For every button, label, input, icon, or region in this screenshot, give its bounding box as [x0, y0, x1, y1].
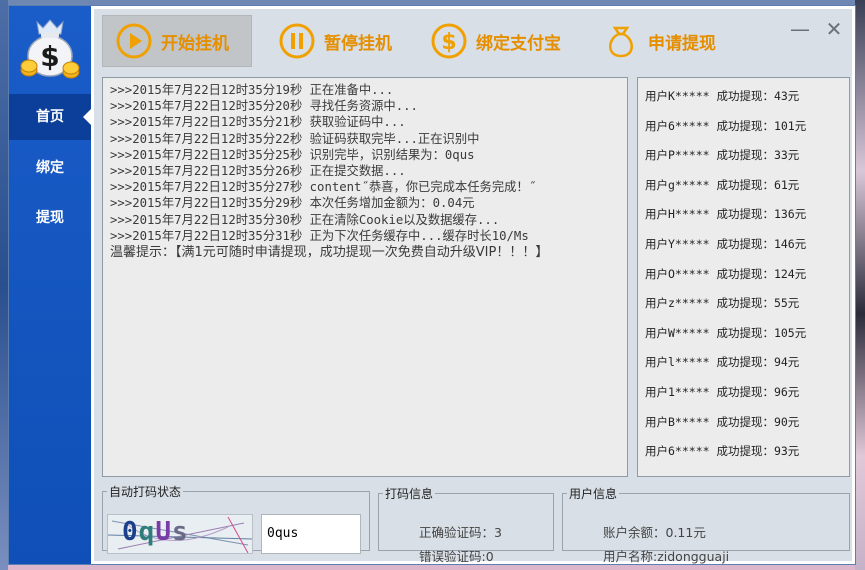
log-line: >>>2015年7月22日12时35分25秒 识别完毕，识别结果为：0qus: [110, 147, 475, 162]
captcha-char: U: [155, 517, 172, 547]
sidebar-item-withdraw[interactable]: 提现: [9, 195, 91, 241]
start-hangup-label: 开始挂机: [161, 33, 229, 54]
log-line: >>>2015年7月22日12时35分26秒 正在提交数据...: [110, 164, 406, 179]
withdrawal-row: 用户6***** 成功提现：93元: [645, 444, 800, 459]
close-icon: ✕: [825, 17, 843, 41]
withdrawal-row: 用户H***** 成功提现：136元: [645, 207, 807, 222]
username: 用户名称:zidongguaji: [603, 549, 730, 564]
withdrawal-row: 用户W***** 成功提现：105元: [645, 325, 807, 340]
withdrawal-row: 用户Y***** 成功提现：146元: [645, 236, 807, 251]
captcha-image-text: 0qUs: [122, 517, 189, 547]
apply-withdraw-label: 申请提现: [648, 33, 716, 54]
withdrawal-row: 用户1***** 成功提现：96元: [645, 384, 800, 399]
captcha-info-legend: 打码信息: [385, 487, 434, 501]
user-info-group: 用户信息 账户余额：0.11元 用户名称:zidongguaji: [562, 485, 850, 564]
captcha-info-group: 打码信息 正确验证码：3 错误验证码:0: [378, 485, 554, 564]
log-line: >>>2015年7月22日12时35分27秒 content˝恭喜，你已完成本任…: [110, 180, 537, 195]
svg-text:$: $: [40, 40, 59, 73]
log-line: >>>2015年7月22日12时35分22秒 验证码获取完毕...正在识别中: [110, 131, 480, 146]
start-hangup-button[interactable]: 开始挂机: [102, 15, 252, 67]
withdrawal-row: 用户l***** 成功提现：94元: [645, 355, 800, 370]
auto-captcha-legend: 自动打码状态: [109, 485, 182, 499]
apply-withdraw-button[interactable]: 申请提现: [590, 15, 730, 67]
desktop-background-left: [0, 0, 8, 570]
svg-text:$: $: [441, 30, 456, 55]
minimize-icon: —: [790, 17, 810, 41]
captcha-image: 0qUs: [107, 514, 253, 554]
account-balance: 账户余额：0.11元: [603, 525, 706, 540]
sidebar-item-label: 提现: [36, 210, 64, 226]
captcha-char: s: [171, 517, 189, 547]
sidebar-item-label: 首页: [36, 109, 64, 125]
toolbar: 开始挂机 暂停挂机 $ 绑定支付宝 申请提现 — ✕: [94, 9, 852, 73]
pause-hangup-label: 暂停挂机: [324, 33, 392, 54]
bind-alipay-button[interactable]: $ 绑定支付宝: [418, 15, 578, 67]
captcha-char: q: [138, 517, 156, 547]
withdrawal-row: 用户g***** 成功提现：61元: [645, 177, 800, 192]
play-icon: [116, 23, 152, 59]
money-bag-logo-icon: $: [20, 19, 80, 79]
main-inner: 开始挂机 暂停挂机 $ 绑定支付宝 申请提现 — ✕ >>>2015年7月22日…: [94, 9, 852, 564]
withdrawal-row: 用户K***** 成功提现：43元: [645, 89, 800, 103]
captcha-char: 0: [122, 517, 139, 547]
log-line: >>>2015年7月22日12时35分31秒 正为下次任务缓存中...缓存时长1…: [110, 228, 529, 243]
sidebar-item-bind[interactable]: 绑定: [9, 145, 91, 191]
pause-icon: [279, 23, 315, 59]
pause-hangup-button[interactable]: 暂停挂机: [266, 15, 406, 67]
wrong-captcha-count: 错误验证码:0: [419, 549, 494, 564]
auto-captcha-group: 自动打码状态 0qUs 0qus: [102, 483, 370, 554]
captcha-result-field[interactable]: 0qus: [261, 514, 361, 554]
withdrawal-row: 用户B***** 成功提现：90元: [645, 414, 800, 429]
task-log-panel[interactable]: >>>2015年7月22日12时35分19秒 正在准备中... >>>2015年7…: [102, 77, 628, 477]
dollar-circle-icon: $: [431, 23, 467, 59]
money-bag-icon: [609, 26, 633, 58]
log-line: >>>2015年7月22日12时35分20秒 寻找任务资源中...: [110, 99, 418, 114]
withdrawal-row: 用户O***** 成功提现：124元: [645, 266, 807, 281]
sidebar: $ 首页 绑定 提现: [9, 6, 91, 564]
withdrawal-row: 用户6***** 成功提现：101元: [645, 118, 807, 133]
log-line: >>>2015年7月22日12时35分19秒 正在准备中...: [110, 83, 394, 97]
withdrawal-list: 用户K***** 成功提现：43元 用户6***** 成功提现：101元 用户P**…: [645, 82, 849, 467]
withdrawal-row: 用户P***** 成功提现：33元: [645, 148, 800, 163]
bind-alipay-label: 绑定支付宝: [476, 33, 561, 54]
sidebar-item-label: 绑定: [36, 160, 64, 176]
tip-text: 温馨提示：【满1元可随时申请提现，成功提现一次免费自动升级VIP！！！】: [110, 245, 549, 261]
withdrawal-list-panel[interactable]: 用户K***** 成功提现：43元 用户6***** 成功提现：101元 用户P**…: [637, 77, 850, 477]
desktop-background-right: [855, 0, 865, 570]
correct-captcha-count: 正确验证码：3: [419, 525, 502, 540]
log-line: >>>2015年7月22日12时35分21秒 获取验证码中...: [110, 115, 406, 130]
withdrawal-row: 用户z***** 成功提现：55元: [645, 296, 800, 311]
minimize-button[interactable]: —: [790, 19, 810, 39]
close-button[interactable]: ✕: [824, 19, 844, 39]
log-line: >>>2015年7月22日12时35分30秒 正在清除Cookie以及数据缓存.…: [110, 212, 500, 227]
sidebar-item-home[interactable]: 首页: [9, 94, 91, 140]
log-line: >>>2015年7月22日12时35分29秒 本次任务增加金额为：0.04元: [110, 196, 475, 211]
user-info-legend: 用户信息: [569, 487, 618, 501]
log-lines: >>>2015年7月22日12时35分19秒 正在准备中... >>>2015年7…: [110, 82, 620, 244]
main-content: 开始挂机 暂停挂机 $ 绑定支付宝 申请提现 — ✕ >>>2015年7月22日…: [91, 6, 855, 564]
app-window: $ 首页 绑定 提现 开始挂机 暂停挂机 $ 绑定支付宝 申请提现 — ✕ >>…: [8, 5, 856, 565]
